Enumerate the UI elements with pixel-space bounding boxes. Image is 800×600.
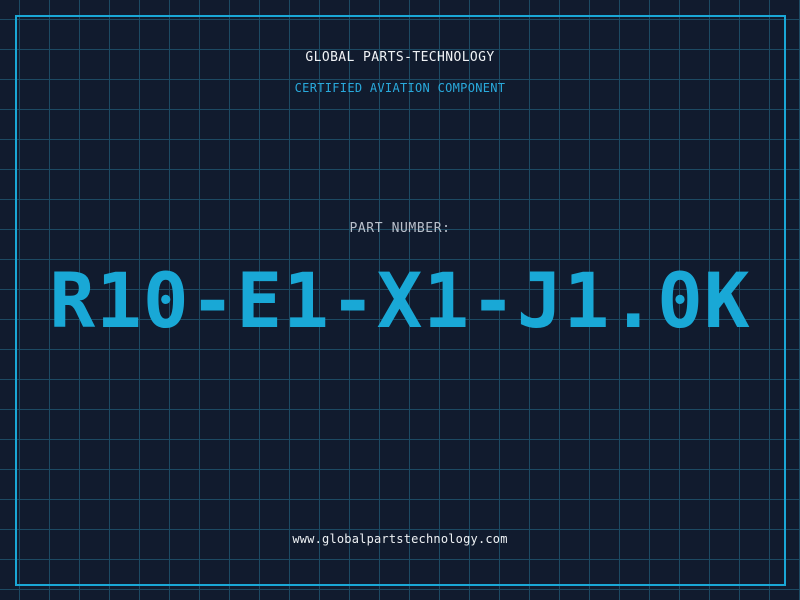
part-number-value: R10-E1-X1-J1.0K	[49, 256, 751, 345]
company-name: GLOBAL PARTS-TECHNOLOGY	[305, 50, 495, 65]
certification-subtitle: CERTIFIED AVIATION COMPONENT	[294, 81, 506, 95]
website-url: www.globalpartstechnology.com	[292, 532, 508, 546]
part-number-label: PART NUMBER:	[349, 221, 451, 236]
